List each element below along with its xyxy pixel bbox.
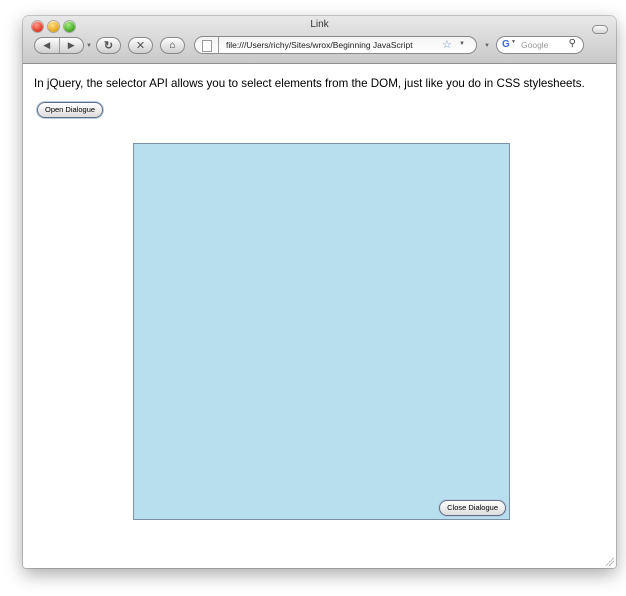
window-resize-grip[interactable] xyxy=(604,556,614,566)
page-favicon-icon xyxy=(202,40,212,52)
back-arrow-icon[interactable]: ◀ xyxy=(35,38,59,53)
intro-text: In jQuery, the selector API allows you t… xyxy=(34,77,585,90)
toolbar-toggle-button[interactable] xyxy=(592,25,608,34)
toolbar-dropdown-icon[interactable]: ▼ xyxy=(484,43,490,49)
search-engine-dropdown-icon[interactable]: ▼ xyxy=(511,39,516,45)
url-history-dropdown-icon[interactable]: ▼ xyxy=(459,41,465,47)
reload-icon: ↻ xyxy=(103,40,114,52)
address-bar-divider xyxy=(218,37,219,53)
reload-button[interactable]: ↻ xyxy=(96,37,121,54)
stop-icon: ✕ xyxy=(135,40,146,52)
close-dialogue-button[interactable]: Close Dialogue xyxy=(439,500,506,516)
back-forward-buttons: ◀ ▶ xyxy=(34,37,84,54)
page-content: In jQuery, the selector API allows you t… xyxy=(23,64,616,568)
open-dialogue-button[interactable]: Open Dialogue xyxy=(37,102,104,118)
home-icon: ⌂ xyxy=(169,40,176,51)
dialogue-box: Close Dialogue xyxy=(133,143,510,520)
bookmark-star-icon[interactable]: ☆ xyxy=(442,38,452,51)
search-bar[interactable]: G ▼ Google ⚲ xyxy=(496,36,584,54)
search-engine-icon[interactable]: G xyxy=(502,39,510,50)
title-bar: Link ◀ ▶ ▼ ↻ ✕ ⌂ file:///Users/richy/Sit… xyxy=(23,16,616,64)
history-dropdown-icon[interactable]: ▼ xyxy=(86,43,92,49)
address-bar[interactable]: file:///Users/richy/Sites/wrox/Beginning… xyxy=(194,36,477,54)
window-title: Link xyxy=(310,19,329,30)
browser-window: Link ◀ ▶ ▼ ↻ ✕ ⌂ file:///Users/richy/Sit… xyxy=(23,16,616,568)
home-button[interactable]: ⌂ xyxy=(160,37,185,54)
search-input[interactable]: Google xyxy=(521,40,548,50)
search-icon[interactable]: ⚲ xyxy=(569,38,576,49)
stop-button[interactable]: ✕ xyxy=(128,37,153,54)
url-text[interactable]: file:///Users/richy/Sites/wrox/Beginning… xyxy=(226,40,436,50)
forward-arrow-icon[interactable]: ▶ xyxy=(58,38,84,53)
